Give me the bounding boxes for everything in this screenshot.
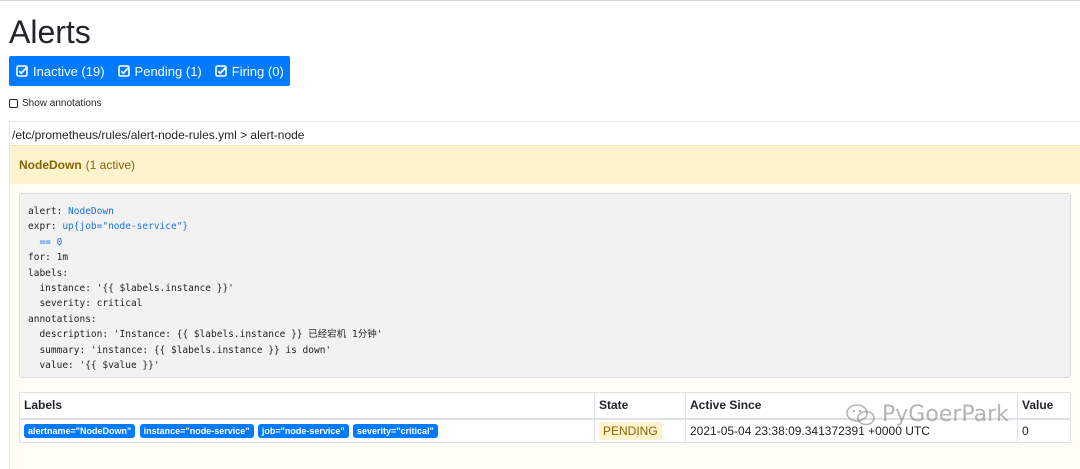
state-cell: PENDING [594,418,686,443]
checkbox-checked-icon [214,65,227,77]
rule-def-line: instance: '{{ $labels.instance }}' [28,283,234,295]
col-state-header: State [594,392,686,420]
watermark: PyGoerPark [846,402,1009,427]
rule-def-line: summary: 'instance: {{ $labels.instance … [28,344,332,356]
value-cell: 0 [1017,418,1071,443]
rule-header-nodedown[interactable]: NodeDown (1 active) [10,145,1080,184]
checkbox-checked-icon [117,65,130,77]
filter-pending-button[interactable]: Pending (1) [111,56,208,86]
rule-def-line: description: 'Instance: {{ $labels.insta… [28,329,383,341]
alert-state-filter: Inactive (19) Pending (1) Firing (0) [9,56,290,86]
filter-inactive-label: Inactive (19) [33,63,105,79]
checkbox-checked-icon [16,65,28,77]
label-badge: instance="node-service" [139,424,254,439]
rule-group-path: /etc/prometheus/rules/alert-node-rules.y… [12,128,305,142]
labels-cell: alertname="NodeDown" instance="node-serv… [19,418,595,443]
rule-def-line: annotations: [28,313,97,325]
watermark-text: PyGoerPark [882,402,1009,427]
filter-firing-button[interactable]: Firing (0) [208,56,290,86]
show-annotations-label: Show annotations [22,98,102,109]
rule-def-value[interactable]: NodeDown [68,206,114,217]
label-badge: severity="critical" [353,424,438,439]
rule-def-expr-cont[interactable]: == 0 [28,237,62,248]
rule-def-line: for: 1m [28,252,69,264]
rule-name: NodeDown [19,158,82,172]
state-badge: PENDING [599,421,662,440]
label-badge: alertname="NodeDown" [24,424,136,439]
show-annotations-toggle[interactable]: Show annotations [9,98,102,109]
filter-firing-label: Firing (0) [231,63,284,79]
filter-inactive-button[interactable]: Inactive (19) [9,56,111,86]
wechat-icon [846,403,875,425]
rule-def-key: alert: [28,206,69,217]
col-labels-header: Labels [19,392,595,420]
top-border [0,0,1080,1]
rule-def-line: labels: [28,267,69,279]
filter-pending-label: Pending (1) [134,63,202,79]
rule-definition: alert: NodeDown expr: up{job="node-servi… [19,193,1071,378]
col-value-header: Value [1017,392,1071,420]
rule-def-key: expr: [28,221,63,233]
rule-active-count: (1 active) [85,158,136,172]
rule-def-expr-link[interactable]: up{job="node-service"} [62,221,188,232]
rule-def-line: severity: critical [28,298,143,310]
show-annotations-checkbox[interactable] [9,99,18,108]
label-badge: job="node-service" [257,424,349,439]
rule-def-line: value: '{{ $value }}' [28,360,160,372]
page-title: Alerts [9,14,91,50]
